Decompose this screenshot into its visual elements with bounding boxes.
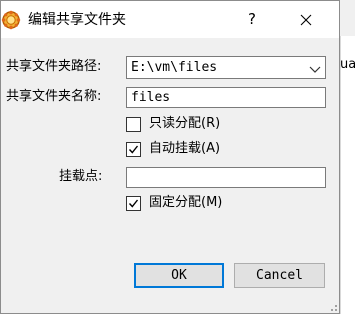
background-window [340,36,355,314]
folder-name-value: files [131,90,171,105]
folder-name-input[interactable]: files [126,87,326,108]
readonly-label[interactable]: 只读分配(R) [149,116,220,132]
folder-name-label: 共享文件夹名称: [6,89,102,104]
folder-path-value: E:\vm\files [131,60,218,75]
permanent-label[interactable]: 固定分配(M) [149,195,222,211]
edit-shared-folder-dialog: 编辑共享文件夹 ? 共享文件夹路径: E:\vm\files 共享文件夹名称: … [0,0,340,314]
automount-label[interactable]: 自动挂载(A) [149,141,220,157]
permanent-checkbox[interactable] [126,196,141,211]
resize-grip-icon[interactable] [327,301,338,312]
mount-point-label: 挂载点: [59,169,103,184]
folder-path-label: 共享文件夹路径: [6,59,102,74]
mount-point-input[interactable] [126,167,326,188]
cancel-button[interactable]: Cancel [234,263,325,288]
checkmark-icon [128,145,139,154]
close-button[interactable] [283,1,329,38]
readonly-checkbox[interactable] [126,117,141,132]
ok-button[interactable]: OK [134,263,224,288]
close-icon [300,14,312,26]
dialog-title: 编辑共享文件夹 [28,12,126,28]
virtualbox-app-icon [1,10,21,30]
folder-path-combobox[interactable]: E:\vm\files [126,56,326,79]
chevron-down-icon[interactable] [309,63,321,73]
screen: ual 编辑共享文件夹 ? [0,0,355,314]
title-bar[interactable]: 编辑共享文件夹 ? [1,1,339,38]
checkmark-icon [128,199,139,208]
background-window-text: ual [340,57,355,72]
automount-checkbox[interactable] [126,142,141,157]
help-button[interactable]: ? [229,1,275,38]
